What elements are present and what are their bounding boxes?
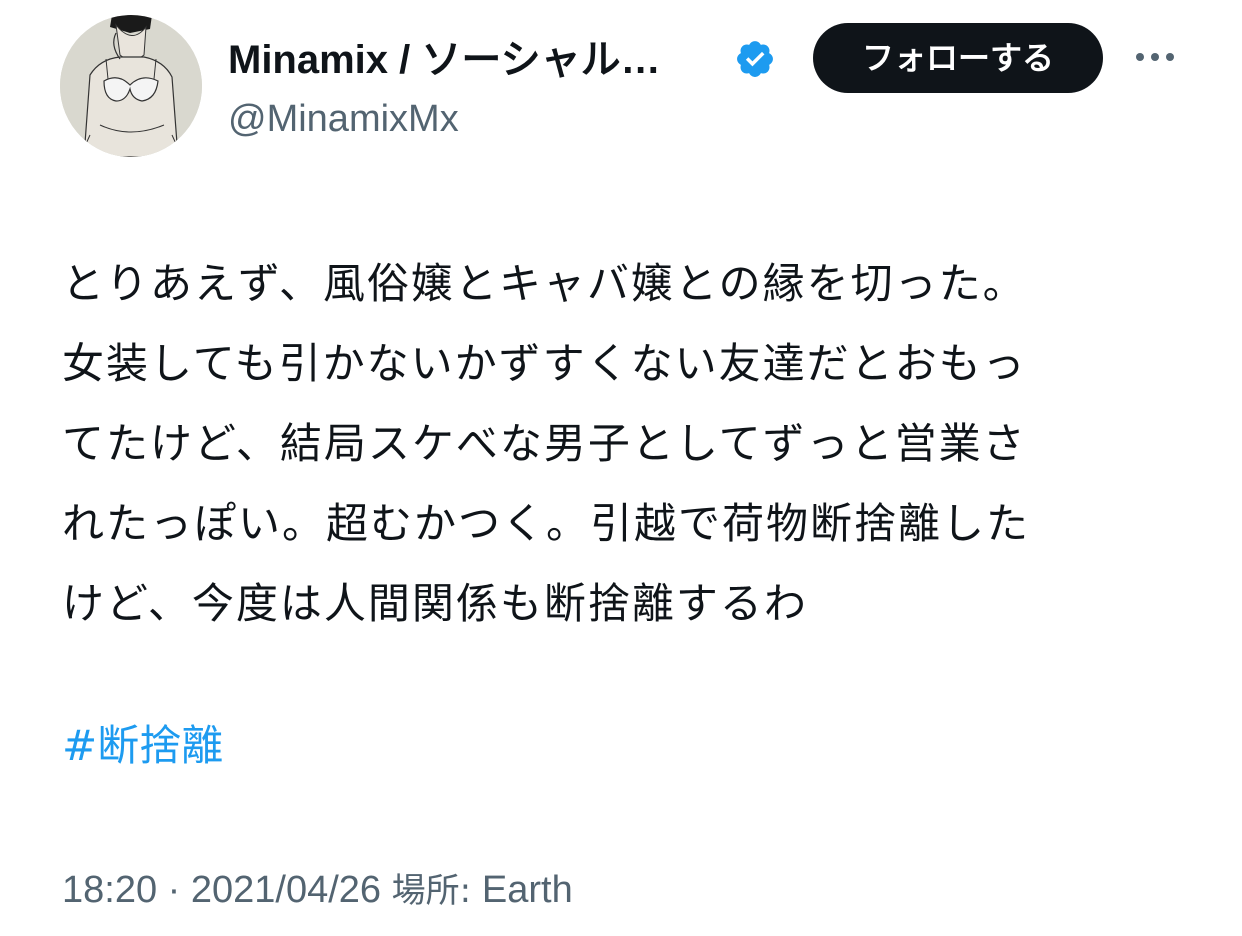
meta-separator: · [167, 869, 181, 911]
avatar[interactable] [60, 15, 202, 157]
tweet-time[interactable]: 18:20 [62, 869, 157, 911]
illustrated-figure-avatar-icon [60, 15, 202, 157]
tweet-text-line: れたっぽい。超むかつく。引越で荷物断捨離した [62, 499, 1031, 548]
place-name[interactable]: Earth [482, 869, 573, 911]
verified-badge-icon [737, 41, 773, 77]
tweet-text-line: 女装しても引かないかずすくない友達だとおもっ [62, 339, 1027, 388]
hashtag-link[interactable]: #断捨離 [62, 716, 223, 776]
tweet-date[interactable]: 2021/04/26 [191, 869, 381, 911]
tweet-text-line: とりあえず、風俗嬢とキャバ嬢との縁を切った。 [62, 259, 1027, 308]
tweet-text-line: てたけど、結局スケべな男子としてずっと営業さ [62, 419, 1027, 468]
place-label: 場所: [391, 871, 482, 911]
author-display-name[interactable]: Minamix / ソーシャル… [228, 36, 661, 84]
tweet-text-line: けど、今度は人間関係も断捨離するわ [62, 579, 808, 628]
follow-button[interactable]: フォローする [813, 23, 1103, 93]
tweet-text: とりあえず、風俗嬢とキャバ嬢との縁を切った。 女装しても引かないかずすくない友達… [62, 244, 1182, 644]
tweet-meta: 18:20 · 2021/04/26 場所: Earth [62, 864, 573, 917]
author-handle[interactable]: @MinamixMx [228, 96, 459, 142]
more-horizontal-icon[interactable] [1132, 42, 1178, 72]
